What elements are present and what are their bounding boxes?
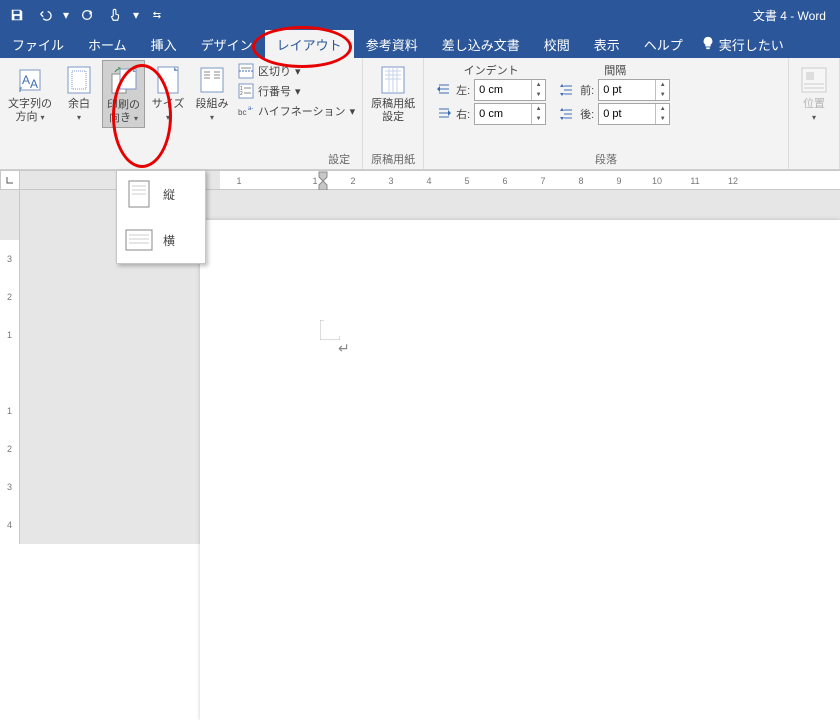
breaks-button[interactable]: 区切り ▾ bbox=[235, 62, 358, 80]
manuscript-button[interactable]: 原稿用紙設定 bbox=[367, 60, 419, 126]
margins-icon bbox=[63, 64, 95, 96]
customize-qat-button[interactable]: ⇆ bbox=[146, 4, 168, 26]
save-button[interactable] bbox=[6, 4, 28, 26]
indent-heading: インデント bbox=[436, 62, 546, 78]
tab-selector[interactable] bbox=[0, 170, 20, 190]
tab-help[interactable]: ヘルプ bbox=[632, 30, 695, 58]
tab-tellme[interactable]: 実行したい bbox=[695, 30, 790, 58]
ribbon-tabs: ファイル ホーム 挿入 デザイン レイアウト 参考資料 差し込み文書 校閲 表示… bbox=[0, 30, 840, 58]
page bbox=[200, 220, 840, 720]
portrait-icon bbox=[125, 179, 153, 209]
quick-access-toolbar: ▾ ▾ ⇆ bbox=[6, 4, 168, 26]
spin-down[interactable]: ▼ bbox=[532, 90, 545, 100]
manuscript-icon bbox=[377, 64, 409, 96]
position-button: 位置▾ bbox=[793, 60, 835, 126]
hyphenation-button[interactable]: bca-ハイフネーション ▾ bbox=[235, 102, 358, 120]
text-direction-icon: AA bbox=[14, 64, 46, 96]
orientation-portrait-item[interactable]: 縦 bbox=[117, 171, 205, 217]
touch-mode-button[interactable] bbox=[104, 4, 126, 26]
margin-marker bbox=[320, 320, 340, 343]
size-button[interactable]: サイズ ▾ bbox=[147, 60, 189, 126]
spin-up[interactable]: ▲ bbox=[532, 104, 545, 114]
spin-up[interactable]: ▲ bbox=[532, 80, 545, 90]
indent-right-icon bbox=[436, 106, 452, 122]
tab-mailings[interactable]: 差し込み文書 bbox=[430, 30, 532, 58]
tab-home[interactable]: ホーム bbox=[76, 30, 139, 58]
svg-text:A: A bbox=[22, 73, 30, 87]
position-icon bbox=[798, 64, 830, 96]
indent-right-input[interactable]: 0 cm▲▼ bbox=[474, 103, 546, 125]
paragraph-mark: ↵ bbox=[338, 340, 350, 357]
spin-up[interactable]: ▲ bbox=[656, 104, 669, 114]
spin-down[interactable]: ▼ bbox=[656, 114, 669, 124]
orientation-icon bbox=[108, 65, 140, 97]
group-paragraph: インデント 左: 0 cm▲▼ 右: 0 cm▲▼ 間隔 前: 0 pt▲▼ bbox=[424, 58, 789, 169]
svg-text:A: A bbox=[30, 77, 38, 91]
indent-left-icon bbox=[436, 82, 452, 98]
svg-text:2: 2 bbox=[240, 91, 243, 97]
svg-text:bc: bc bbox=[238, 108, 246, 117]
line-numbers-icon: 12 bbox=[238, 83, 254, 99]
undo-dropdown[interactable]: ▾ bbox=[62, 4, 70, 26]
tab-layout[interactable]: レイアウト bbox=[265, 30, 354, 58]
text-direction-button[interactable]: AA 文字列の方向 ▾ bbox=[4, 60, 56, 126]
undo-button[interactable] bbox=[34, 4, 56, 26]
tab-references[interactable]: 参考資料 bbox=[354, 30, 430, 58]
redo-button[interactable] bbox=[76, 4, 98, 26]
spacing-heading: 間隔 bbox=[560, 62, 670, 78]
group-page-setup: AA 文字列の方向 ▾ 余白 ▾ 印刷の向き ▾ サイズ ▾ 段組み ▾ 区切り… bbox=[0, 58, 363, 169]
vertical-ruler[interactable]: 3211234 bbox=[0, 190, 20, 544]
columns-icon bbox=[196, 64, 228, 96]
indent-left-input[interactable]: 0 cm▲▼ bbox=[474, 79, 546, 101]
touch-dropdown[interactable]: ▾ bbox=[132, 4, 140, 26]
tab-file[interactable]: ファイル bbox=[0, 30, 76, 58]
window-title: 文書 4 - Word bbox=[753, 7, 826, 24]
tab-design[interactable]: デザイン bbox=[189, 30, 265, 58]
tab-review[interactable]: 校閲 bbox=[532, 30, 582, 58]
orientation-landscape-item[interactable]: 横 bbox=[117, 217, 205, 263]
manuscript-group-label: 原稿用紙 bbox=[367, 151, 419, 169]
spin-up[interactable]: ▲ bbox=[656, 80, 669, 90]
bulb-icon bbox=[701, 36, 715, 53]
margins-button[interactable]: 余白 ▾ bbox=[58, 60, 100, 126]
group-arrange: 位置▾ bbox=[789, 58, 840, 169]
svg-text:a-: a- bbox=[248, 106, 253, 112]
spacing-after-input[interactable]: 0 pt▲▼ bbox=[598, 103, 670, 125]
ribbon: AA 文字列の方向 ▾ 余白 ▾ 印刷の向き ▾ サイズ ▾ 段組み ▾ 区切り… bbox=[0, 58, 840, 170]
spacing-after-icon bbox=[560, 106, 576, 122]
group-manuscript: 原稿用紙設定 原稿用紙 bbox=[363, 58, 424, 169]
orientation-dropdown: 縦 横 bbox=[116, 170, 206, 264]
breaks-icon bbox=[238, 63, 254, 79]
page-setup-group-label: 設定 bbox=[4, 151, 358, 169]
titlebar: ▾ ▾ ⇆ 文書 4 - Word bbox=[0, 0, 840, 30]
tab-view[interactable]: 表示 bbox=[582, 30, 632, 58]
hyphenation-icon: bca- bbox=[238, 103, 254, 119]
landscape-icon bbox=[125, 225, 153, 255]
spacing-before-icon bbox=[560, 82, 576, 98]
size-icon bbox=[152, 64, 184, 96]
line-numbers-button[interactable]: 12行番号 ▾ bbox=[235, 82, 358, 100]
orientation-button[interactable]: 印刷の向き ▾ bbox=[102, 60, 145, 128]
spin-down[interactable]: ▼ bbox=[656, 90, 669, 100]
spacing-before-input[interactable]: 0 pt▲▼ bbox=[598, 79, 670, 101]
spin-down[interactable]: ▼ bbox=[532, 114, 545, 124]
paragraph-group-label: 段落 bbox=[428, 151, 784, 169]
tab-insert[interactable]: 挿入 bbox=[139, 30, 189, 58]
columns-button[interactable]: 段組み ▾ bbox=[191, 60, 233, 126]
